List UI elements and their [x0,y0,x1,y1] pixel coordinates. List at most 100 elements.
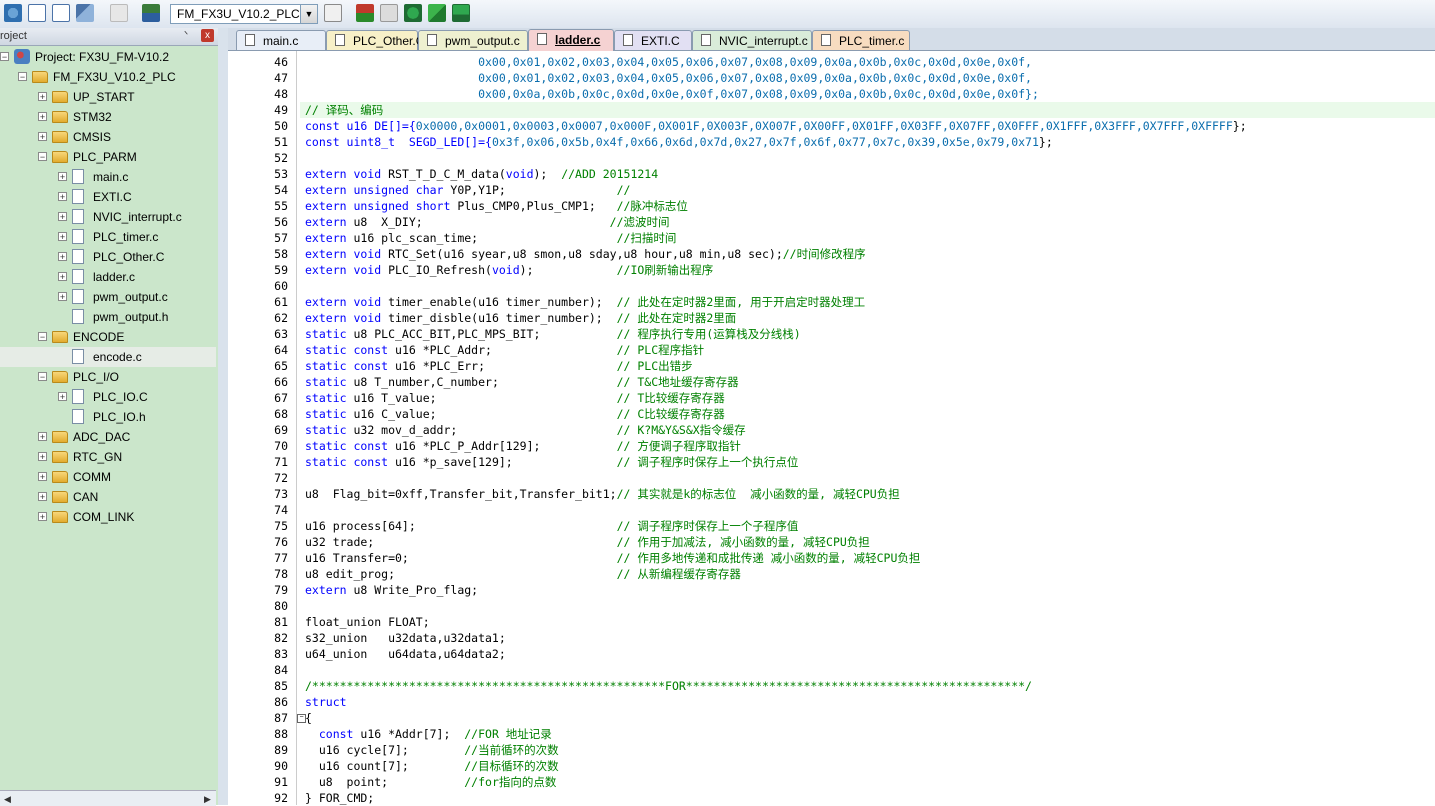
code-comment: //滤波时间 [609,215,670,229]
collapse-icon[interactable]: − [0,52,9,62]
code-token: 0x00,0x01,0x02,0x03,0x04,0x05,0x06,0x07,… [305,55,1032,69]
code-keyword: void [505,167,534,181]
tree-item[interactable]: + COMM [0,467,216,487]
expand-icon[interactable]: + [58,392,67,402]
code-comment: // 调子程序时保存上一个子程序值 [616,519,799,533]
tree-item[interactable]: + ADC_DAC [0,427,216,447]
translate-icon[interactable] [4,4,22,22]
tree-item[interactable]: − FM_FX3U_V10.2_PLC [0,67,216,87]
collapse-icon[interactable]: − [38,152,47,162]
code-comment: // 作用于加减法, 减小函数的量, 减轻CPU负担 [616,535,870,549]
code-keyword: static [305,391,354,405]
tree-item[interactable]: + COM_LINK [0,507,216,527]
code-line: u8 edit_prog; // 从新编程缓存寄存器 [305,566,741,582]
chevron-down-icon[interactable]: ▼ [300,5,317,23]
scroll-right-icon[interactable]: ▶ [204,794,211,805]
manage-components-icon[interactable] [404,4,422,22]
pin-icon[interactable]: ᐠ [184,30,188,41]
code-token: RST_T_D_C_M_data( [388,167,506,181]
select-packs-icon[interactable] [452,4,470,22]
build-icon[interactable] [28,4,46,22]
expand-icon[interactable]: + [58,212,67,222]
tree-item[interactable]: + RTC_GN [0,447,216,467]
expand-icon[interactable]: + [38,132,47,142]
scroll-left-icon[interactable]: ◀ [4,794,11,805]
code-line: u16 Transfer=0; // 作用多地传递和成批传递 减小函数的量, 减… [305,550,920,566]
code-comment: // K?M&Y&S&X指令缓存 [616,423,746,437]
target-options-icon[interactable] [324,4,342,22]
code-line: const u16 DE[]={0x0000,0x0001,0x0003,0x0… [305,118,1247,134]
code-line: /***************************************… [305,678,1032,694]
tab-plc-other-c[interactable]: PLC_Other.C [326,30,424,50]
tree-item[interactable]: − ENCODE [0,327,216,347]
target-select[interactable]: FM_FX3U_V10.2_PLC ▼ [170,4,318,24]
close-icon[interactable]: x [201,29,214,42]
tab-nvic-interrupt-c[interactable]: NVIC_interrupt.c [692,30,812,50]
target-select-value: FM_FX3U_V10.2_PLC [177,7,300,21]
expand-icon[interactable]: + [58,292,67,302]
expand-icon[interactable]: + [58,252,67,262]
tree-item[interactable]: + main.c [0,167,216,187]
tab-exti-c[interactable]: EXTI.C [614,30,692,50]
line-number: 74 [274,503,288,517]
tab-plc-timer-c[interactable]: PLC_timer.c [812,30,910,50]
tab-main-c[interactable]: main.c [236,30,326,50]
tree-item-label: FM_FX3U_V10.2_PLC [53,70,176,84]
tree-item[interactable]: + PLC_Other.C [0,247,216,267]
horizontal-scrollbar[interactable]: ◀ ▶ [0,790,216,806]
tree-item[interactable]: + PLC_timer.c [0,227,216,247]
expand-icon[interactable]: + [38,432,47,442]
stop-build-icon[interactable] [110,4,128,22]
tree-item-label: ADC_DAC [73,430,131,444]
file-extensions-icon[interactable] [356,4,374,22]
tree-item[interactable]: + EXTI.C [0,187,216,207]
expand-icon[interactable]: + [38,92,47,102]
expand-icon[interactable]: + [38,452,47,462]
tree-item[interactable]: + UP_START [0,87,216,107]
expand-icon[interactable]: + [58,192,67,202]
panel-splitter[interactable] [218,28,228,805]
expand-icon[interactable]: + [38,112,47,122]
code-keyword: static [305,375,354,389]
code-keyword: extern void [305,263,389,277]
line-number: 61 [274,295,288,309]
line-number: 60 [274,279,288,293]
line-number: 82 [274,631,288,645]
folder-icon [52,111,68,123]
rebuild-icon[interactable] [52,4,70,22]
code-line: static u16 C_value; // C比较缓存寄存器 [305,406,725,422]
tab-pwm-output-c[interactable]: pwm_output.c [418,30,528,50]
tree-item[interactable]: encode.c [0,347,216,367]
tree-item[interactable]: + STM32 [0,107,216,127]
line-number: 63 [274,327,288,341]
expand-icon[interactable]: + [38,512,47,522]
tree-item[interactable]: − PLC_PARM [0,147,216,167]
code-keyword: extern void [305,167,389,181]
tree-item[interactable]: + ladder.c [0,267,216,287]
expand-icon[interactable]: + [58,232,67,242]
tab-ladder-c[interactable]: ladder.c [528,29,614,51]
collapse-icon[interactable]: − [18,72,27,82]
tree-item[interactable]: pwm_output.h [0,307,216,327]
download-icon[interactable] [142,4,160,22]
expand-icon[interactable]: + [38,472,47,482]
pack-installer-icon[interactable] [428,4,446,22]
tree-item[interactable]: + NVIC_interrupt.c [0,207,216,227]
expand-icon[interactable]: + [58,272,67,282]
line-number: 47 [274,71,288,85]
tree-item[interactable]: + pwm_output.c [0,287,216,307]
batch-build-icon[interactable] [76,4,94,22]
tree-item[interactable]: − PLC_I/O [0,367,216,387]
books-icon[interactable] [380,4,398,22]
expand-icon[interactable]: + [58,172,67,182]
tree-item[interactable]: − Project: FX3U_FM-V10.2 [0,47,216,67]
tree-item[interactable]: PLC_IO.h [0,407,216,427]
line-number: 75 [274,519,288,533]
collapse-icon[interactable]: − [38,372,47,382]
collapse-icon[interactable]: − [38,332,47,342]
tree-item[interactable]: + CMSIS [0,127,216,147]
expand-icon[interactable]: + [38,492,47,502]
tree-item[interactable]: + CAN [0,487,216,507]
tree-item[interactable]: + PLC_IO.C [0,387,216,407]
tree-item-label: ENCODE [73,330,125,344]
